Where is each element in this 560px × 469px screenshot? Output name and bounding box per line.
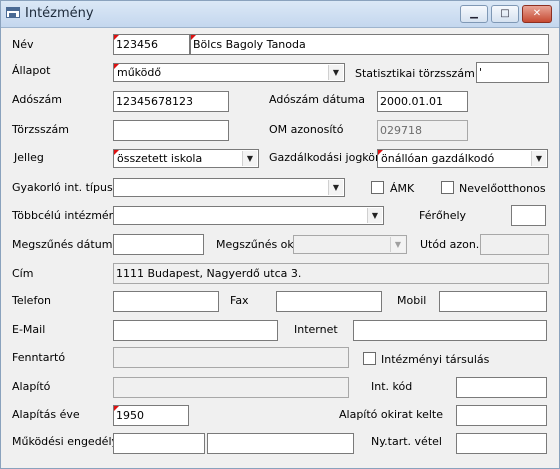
institution-code-field-2[interactable] (456, 377, 547, 398)
label-phone: Telefon (12, 294, 52, 307)
institutional-association-checkbox[interactable] (363, 352, 376, 365)
practice-type-dropdown[interactable]: ▼ (113, 178, 345, 197)
charter-date-field[interactable] (456, 405, 547, 426)
closure-date-field[interactable] (113, 234, 204, 255)
label-charter-date: Alapító okirat kelte (339, 408, 444, 421)
label-nev: Név (12, 38, 34, 51)
label-fax: Fax (230, 294, 249, 307)
maximize-button[interactable]: □ (491, 5, 519, 23)
founding-year-field[interactable]: 1950 (113, 405, 189, 426)
label-multipurpose: Többcélú intézmény (12, 209, 123, 222)
window-icon (6, 7, 20, 18)
successor-id-field (480, 234, 549, 255)
label-closure-date: Megszűnés dátuma (12, 238, 120, 251)
capacity-field[interactable] (511, 205, 546, 226)
chevron-down-icon[interactable]: ▼ (367, 208, 382, 223)
label-successor-id: Utód azon. (420, 238, 480, 251)
orphanage-checkbox[interactable] (441, 181, 454, 194)
label-tax-number: Adószám (12, 93, 63, 106)
registry-number-field[interactable] (113, 120, 229, 141)
window-title: Intézmény (25, 6, 94, 21)
status-dropdown[interactable]: működő ▼ (113, 63, 345, 82)
label-founding-year: Alapítás éve (12, 408, 80, 421)
financial-authority-dropdown[interactable]: önállóan gazdálkodó ▼ (377, 149, 548, 168)
address-field: 1111 Budapest, Nagyerdő utca 3. (113, 263, 549, 284)
label-closure-reason: Megszűnés oka (216, 238, 301, 251)
label-orphanage: Nevelőotthonos (459, 182, 546, 195)
type-value: összetett iskola (117, 152, 203, 165)
label-tax-number-date: Adószám dátuma (269, 93, 365, 106)
label-registry-entry: Ny.tart. vétel (371, 435, 442, 448)
tax-number-field[interactable]: 12345678123 (113, 91, 229, 112)
label-statistical-number: Statisztikai törzsszám (355, 67, 475, 80)
email-field[interactable] (113, 320, 278, 341)
label-institution-code: Int. kód (371, 380, 413, 393)
label-email: E-Mail (12, 323, 46, 336)
institution-name-field[interactable]: Bölcs Bagoly Tanoda (190, 34, 549, 55)
minimize-button[interactable]: ▁ (460, 5, 488, 23)
mobile-field[interactable] (439, 291, 547, 312)
label-founder: Alapító (12, 380, 51, 393)
phone-field[interactable] (113, 291, 219, 312)
label-internet: Internet (294, 323, 338, 336)
financial-authority-value: önállóan gazdálkodó (381, 152, 495, 165)
chevron-down-icon[interactable]: ▼ (242, 151, 257, 166)
label-maintainer: Fenntartó (12, 351, 66, 364)
operating-license-date-field[interactable] (207, 433, 354, 454)
institution-window: Intézmény ▁ □ ✕ Név 123456 Bölcs Bagoly … (0, 0, 560, 469)
chevron-down-icon[interactable]: ▼ (328, 180, 343, 195)
om-id-field: 029718 (377, 120, 468, 141)
label-financial-authority: Gazdálkodási jogkör (269, 151, 380, 164)
label-mobile: Mobil (397, 294, 427, 307)
maintainer-field (113, 347, 349, 368)
operating-license-field[interactable] (113, 433, 205, 454)
status-value: működő (117, 66, 162, 79)
institution-code-field[interactable]: 123456 (113, 34, 190, 55)
label-om-id: OM azonosító (269, 123, 344, 136)
internet-field[interactable] (353, 320, 547, 341)
label-type: Jelleg (14, 151, 44, 164)
founder-field (113, 377, 349, 398)
label-allapot: Állapot (12, 64, 51, 77)
type-dropdown[interactable]: összetett iskola ▼ (113, 149, 259, 168)
chevron-down-icon[interactable]: ▼ (531, 151, 546, 166)
chevron-down-icon[interactable]: ▼ (328, 65, 343, 80)
title-bar[interactable]: Intézmény ▁ □ ✕ (1, 1, 559, 28)
registry-entry-field[interactable] (456, 433, 547, 454)
label-address: Cím (12, 267, 34, 280)
close-button[interactable]: ✕ (522, 5, 552, 23)
label-registry-number: Törzsszám (12, 123, 69, 136)
label-institutional-association: Intézményi társulás (381, 353, 490, 366)
closure-reason-dropdown: ▼ (293, 235, 407, 254)
chevron-down-icon: ▼ (390, 237, 405, 252)
label-practice-type: Gyakorló int. típusa (12, 181, 120, 194)
multipurpose-dropdown[interactable]: ▼ (113, 206, 384, 225)
label-operating-license: Működési engedély (12, 435, 119, 448)
statistical-number-field[interactable]: ' (476, 62, 549, 83)
label-amk: ÁMK (390, 182, 415, 195)
tax-number-date-field[interactable]: 2000.01.01 (377, 91, 468, 112)
amk-checkbox[interactable] (371, 181, 384, 194)
fax-field[interactable] (276, 291, 382, 312)
label-capacity: Férőhely (419, 209, 467, 222)
